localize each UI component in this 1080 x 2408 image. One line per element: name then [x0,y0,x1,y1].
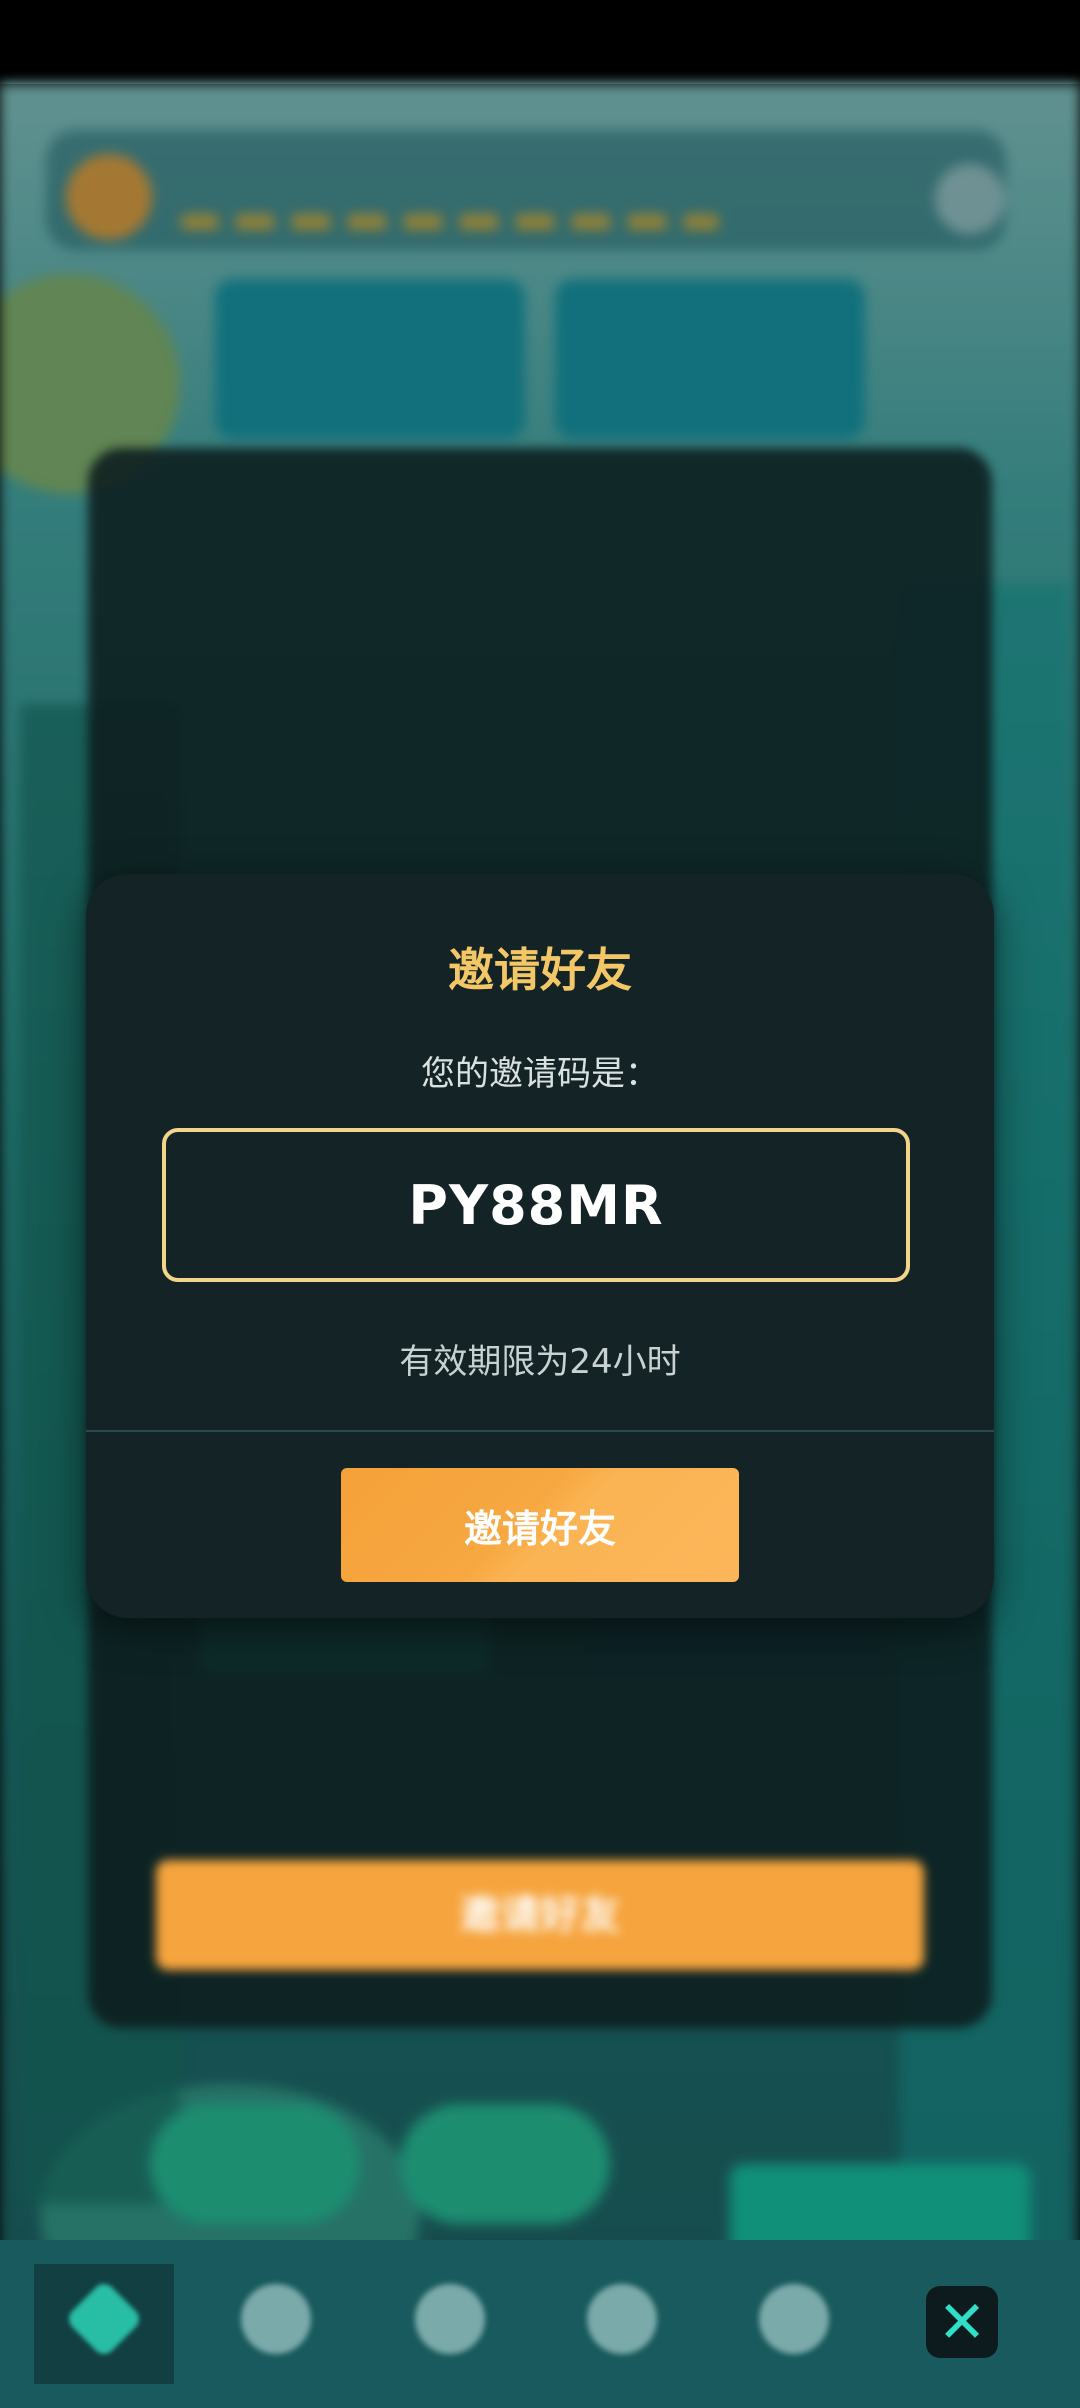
invite-friends-button[interactable]: 邀请好友 [341,1468,739,1582]
nav-item-diamond[interactable] [552,2264,692,2384]
nav-item-trophy[interactable] [206,2264,346,2384]
close-icon[interactable]: ✕ [926,2286,998,2358]
invite-code-label: 您的邀请码是： [421,1054,659,1094]
nav-item-home[interactable] [34,2264,174,2384]
nav-item-heart[interactable] [724,2264,864,2384]
bottom-nav [0,2240,1080,2408]
invite-code-value: PY88MR [408,1173,664,1237]
status-bar [0,0,1080,84]
trophy-icon [241,2284,311,2354]
divider [86,1430,994,1432]
diamond-icon [587,2284,657,2354]
nav-item-settings[interactable] [380,2264,520,2384]
triangle-icon [64,2279,144,2359]
background-invite-button: 邀请好友 [156,1860,924,1970]
gear-icon [415,2284,485,2354]
dialog-title: 邀请好友 [448,943,632,997]
validity-text: 有效期限为24小时 [399,1342,681,1382]
invite-dialog: 邀请好友 您的邀请码是： PY88MR 有效期限为24小时 邀请好友 [86,874,994,1618]
heart-diamond-icon [759,2284,829,2354]
invite-code-box[interactable]: PY88MR [162,1128,910,1282]
